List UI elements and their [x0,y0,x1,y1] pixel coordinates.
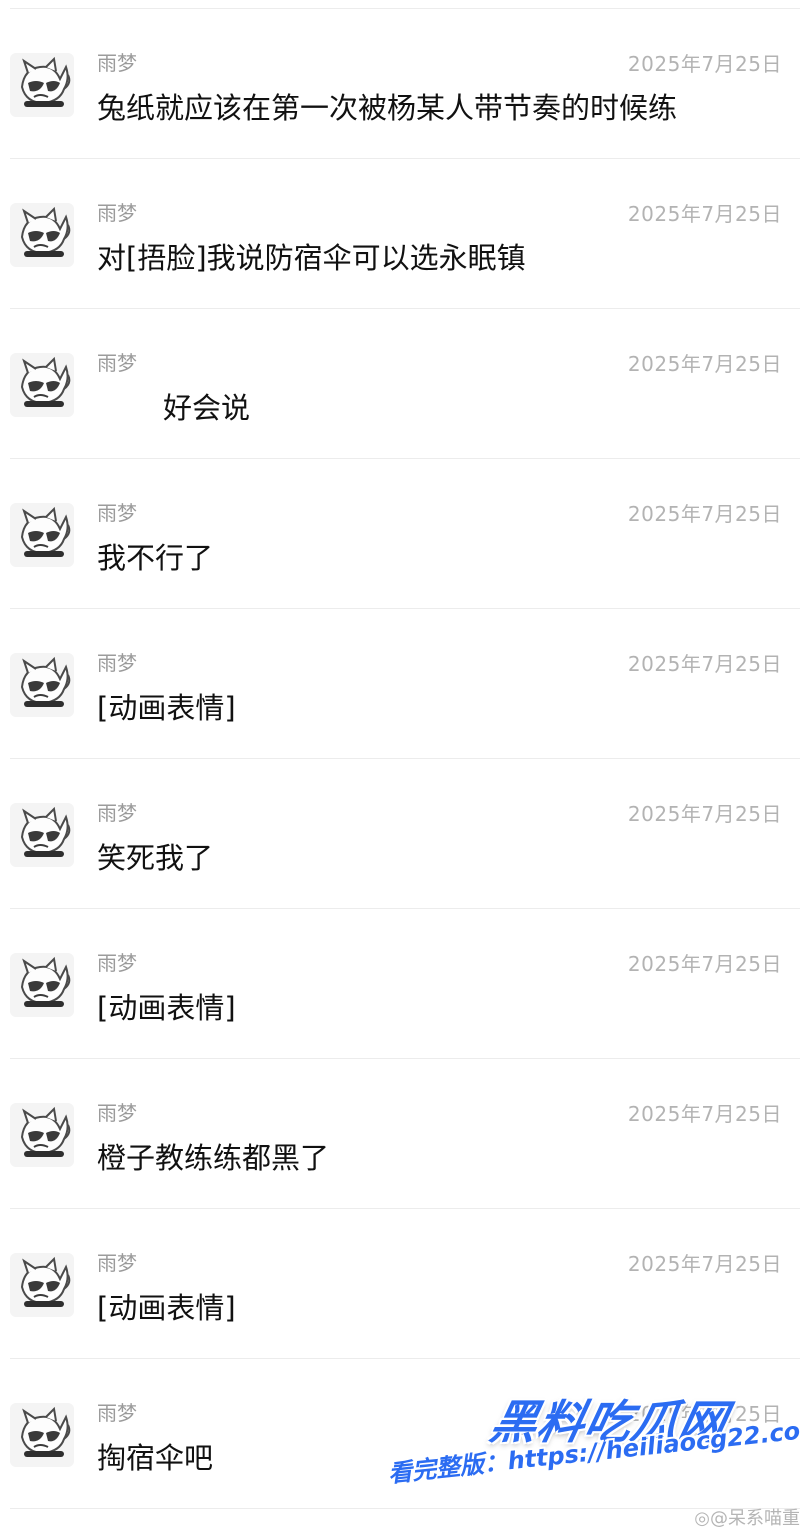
weibo-credit-handle: @呆系喵重 [710,1508,800,1529]
avatar[interactable] [10,203,74,267]
message-date: 2025年7月25日 [627,952,782,976]
cat-avatar-icon [10,53,74,117]
message-row[interactable]: 雨梦 2025年7月25日 [动画表情] [0,909,800,1059]
message-row[interactable]: 雨梦 2025年7月25日 笑死我了 [0,759,800,909]
message-row[interactable]: 雨梦 2025年7月25日 好会说 [0,309,800,459]
message-text: 兔纸就应该在第一次被杨某人带节奏的时候练 [97,91,678,125]
message-text: [动画表情] [97,1291,236,1325]
message-date: 2025年7月25日 [627,202,782,226]
message-date: 2025年7月25日 [627,1252,782,1276]
cat-avatar-icon [10,503,74,567]
message-row[interactable]: 雨梦 2025年7月25日 我不行了 [0,459,800,609]
avatar[interactable] [10,953,74,1017]
sender-name: 雨梦 [97,951,137,975]
message-date: 2025年7月25日 [627,1402,782,1426]
avatar[interactable] [10,503,74,567]
avatar[interactable] [10,653,74,717]
sender-name: 雨梦 [97,1101,137,1125]
cat-avatar-icon [10,1103,74,1167]
sender-name: 雨梦 [97,1401,137,1425]
sender-name: 雨梦 [97,801,137,825]
cat-avatar-icon [10,653,74,717]
weibo-icon: ◎ [694,1508,710,1529]
message-date: 2025年7月25日 [627,352,782,376]
cat-avatar-icon [10,1253,74,1317]
message-date: 2025年7月25日 [627,1102,782,1126]
avatar[interactable] [10,803,74,867]
sender-name: 雨梦 [97,501,137,525]
message-text: 我不行了 [97,541,214,575]
message-text: 掏宿伞吧 [97,1441,214,1475]
message-list[interactable]: 雨梦 2025年7月25日 兔纸就应该在第一次被杨某人带节奏的时候练 雨梦 20… [0,9,800,1509]
sender-name: 雨梦 [97,1251,137,1275]
message-row[interactable]: 雨梦 2025年7月25日 对[捂脸]我说防宿伞可以选永眠镇 [0,159,800,309]
message-text: 对[捂脸]我说防宿伞可以选永眠镇 [97,241,526,275]
avatar[interactable] [10,1253,74,1317]
avatar[interactable] [10,1403,74,1467]
message-text: 橙子教练练都黑了 [97,1141,330,1175]
message-row[interactable]: 雨梦 2025年7月25日 [动画表情] [0,1209,800,1359]
cat-avatar-icon [10,203,74,267]
message-row[interactable]: 雨梦 2025年7月25日 兔纸就应该在第一次被杨某人带节奏的时候练 [0,9,800,159]
message-date: 2025年7月25日 [627,652,782,676]
avatar[interactable] [10,353,74,417]
avatar[interactable] [10,53,74,117]
message-row[interactable]: 雨梦 2025年7月25日 掏宿伞吧 [0,1359,800,1509]
cat-avatar-icon [10,953,74,1017]
avatar[interactable] [10,1103,74,1167]
message-text: [动画表情] [97,991,236,1025]
message-text: 好会说 [163,391,251,425]
message-text: 笑死我了 [97,841,214,875]
message-row[interactable]: 雨梦 2025年7月25日 [动画表情] [0,609,800,759]
cat-avatar-icon [10,353,74,417]
message-date: 2025年7月25日 [627,52,782,76]
message-date: 2025年7月25日 [627,802,782,826]
sender-name: 雨梦 [97,651,137,675]
cat-avatar-icon [10,1403,74,1467]
sender-name: 雨梦 [97,201,137,225]
message-date: 2025年7月25日 [627,502,782,526]
cat-avatar-icon [10,803,74,867]
message-row[interactable]: 雨梦 2025年7月25日 橙子教练练都黑了 [0,1059,800,1209]
sender-name: 雨梦 [97,51,137,75]
sender-name: 雨梦 [97,351,137,375]
message-text: [动画表情] [97,691,236,725]
row-divider [10,1508,800,1509]
